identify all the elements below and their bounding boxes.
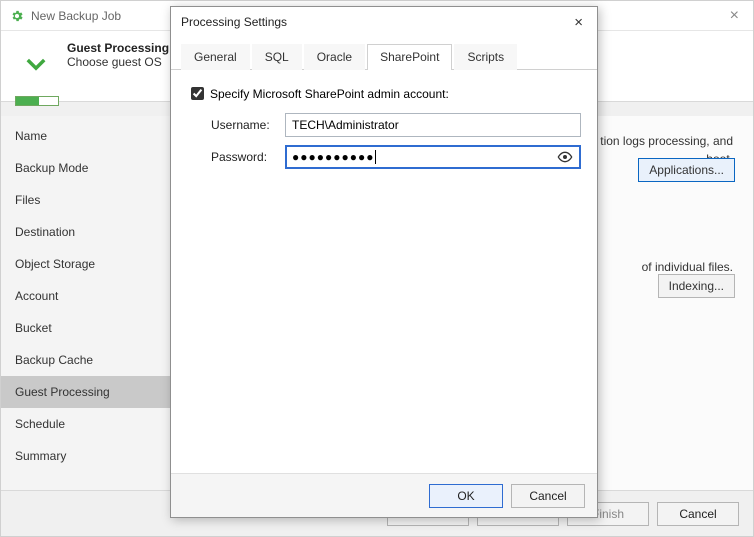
reveal-password-icon[interactable]: [556, 148, 574, 166]
indexing-button[interactable]: Indexing...: [658, 274, 735, 298]
download-arrow-icon: [15, 43, 57, 85]
sidebar-item-backup-cache[interactable]: Backup Cache: [1, 344, 181, 376]
dialog-body: Specify Microsoft SharePoint admin accou…: [171, 70, 597, 473]
applications-button[interactable]: Applications...: [638, 158, 735, 182]
text-caret: [375, 150, 376, 164]
password-field[interactable]: ●●●●●●●●●●: [285, 145, 581, 169]
sidebar-item-guest-processing[interactable]: Guest Processing: [1, 376, 181, 408]
sidebar-item-name[interactable]: Name: [1, 120, 181, 152]
tab-scripts[interactable]: Scripts: [454, 44, 517, 70]
wizard-header-text: Guest Processing Choose guest OS: [67, 41, 169, 69]
specify-admin-label: Specify Microsoft SharePoint admin accou…: [210, 87, 449, 101]
cancel-button[interactable]: Cancel: [657, 502, 739, 526]
sidebar-item-summary[interactable]: Summary: [1, 440, 181, 472]
username-row: Username: TECH\Administrator: [187, 113, 581, 137]
username-label: Username:: [211, 118, 285, 132]
dialog-title: Processing Settings: [181, 15, 570, 29]
sidebar-item-bucket[interactable]: Bucket: [1, 312, 181, 344]
username-value: TECH\Administrator: [292, 118, 399, 132]
tab-oracle[interactable]: Oracle: [304, 44, 365, 70]
sidebar-item-files[interactable]: Files: [1, 184, 181, 216]
header-title: Guest Processing: [67, 41, 169, 55]
header-subtitle: Choose guest OS: [67, 55, 169, 69]
username-field[interactable]: TECH\Administrator: [285, 113, 581, 137]
close-icon[interactable]: ×: [724, 7, 745, 25]
sidebar-item-schedule[interactable]: Schedule: [1, 408, 181, 440]
dialog-tabs: GeneralSQLOracleSharePointScripts: [171, 37, 597, 70]
gear-icon: [9, 8, 25, 24]
password-row: Password: ●●●●●●●●●●: [187, 145, 581, 169]
specify-admin-row: Specify Microsoft SharePoint admin accou…: [187, 84, 581, 103]
dialog-footer: OK Cancel: [171, 473, 597, 517]
ok-button[interactable]: OK: [429, 484, 503, 508]
tab-sql[interactable]: SQL: [252, 44, 302, 70]
specify-admin-checkbox[interactable]: [191, 87, 204, 100]
cancel-button[interactable]: Cancel: [511, 484, 585, 508]
tab-general[interactable]: General: [181, 44, 250, 70]
dialog-titlebar: Processing Settings ×: [171, 7, 597, 37]
sidebar-item-account[interactable]: Account: [1, 280, 181, 312]
sidebar-item-destination[interactable]: Destination: [1, 216, 181, 248]
processing-settings-dialog: Processing Settings × GeneralSQLOracleSh…: [170, 6, 598, 518]
sidebar-item-object-storage[interactable]: Object Storage: [1, 248, 181, 280]
progress-indicator-icon: [15, 96, 59, 106]
tab-sharepoint[interactable]: SharePoint: [367, 44, 452, 70]
password-label: Password:: [211, 150, 285, 164]
password-value: ●●●●●●●●●●: [292, 150, 374, 164]
close-icon[interactable]: ×: [570, 14, 587, 31]
wizard-sidebar: NameBackup ModeFilesDestinationObject St…: [1, 116, 181, 511]
sidebar-item-backup-mode[interactable]: Backup Mode: [1, 152, 181, 184]
